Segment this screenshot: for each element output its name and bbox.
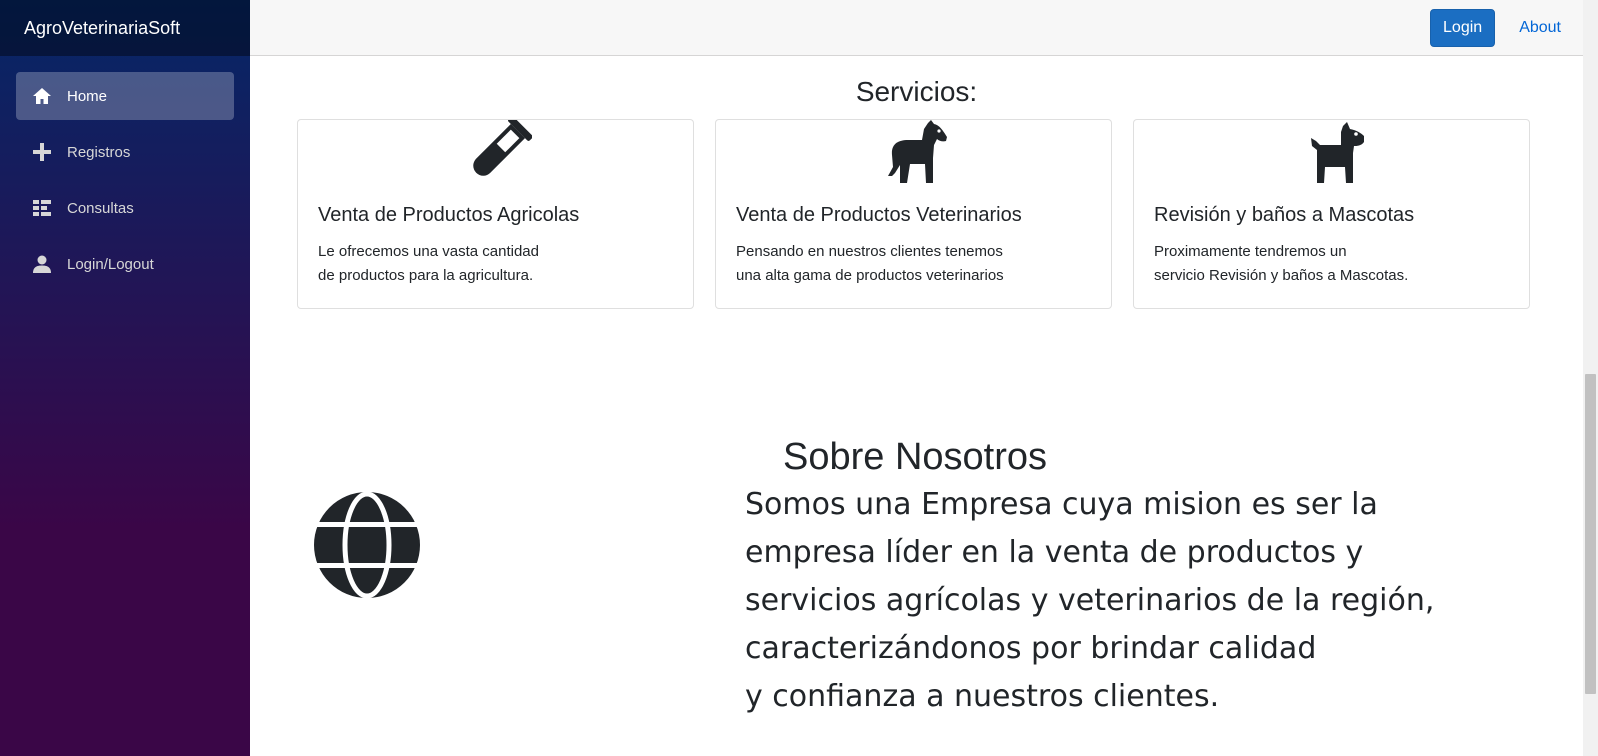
about-text-line: y confianza a nuestros clientes. <box>745 679 1220 714</box>
sidebar-item-label: Consultas <box>67 199 134 217</box>
card-title: Venta de Productos Veterinarios <box>736 204 1022 226</box>
services-title: Servicios: <box>855 76 978 107</box>
card-text: Proximamente tendremos un servicio Revis… <box>1154 240 1514 288</box>
card-text-line: de productos para la agricultura. <box>318 267 534 284</box>
about-text-line: Somos una Empresa cuya mision es ser la <box>745 487 1378 522</box>
about-title: Sobre Nosotros <box>783 436 1048 478</box>
about-text: Somos una Empresa cuya mision es ser la … <box>745 481 1485 721</box>
about-text-line: caracterizándonos por brindar calidad <box>745 631 1317 666</box>
card-text-line: una alta gama de productos veterinarios <box>736 267 1004 284</box>
card-text-line: servicio Revisión y baños a Mascotas. <box>1154 267 1409 284</box>
sidebar-item-label: Registros <box>67 143 131 161</box>
sidebar-item-label: Home <box>67 87 108 105</box>
plus-icon <box>32 142 52 162</box>
nav-menu: Home Registros Consultas Login/Logout <box>0 56 250 312</box>
brand-link[interactable]: AgroVeterinariaSoft <box>24 18 180 39</box>
scrollbar-thumb[interactable] <box>1585 374 1596 694</box>
service-card-agricolas: Venta de Productos Agricolas Le ofrecemo… <box>297 119 694 309</box>
card-title: Venta de Productos Agricolas <box>318 204 580 226</box>
about-link[interactable]: About <box>1519 19 1561 37</box>
dog-icon <box>1134 120 1529 186</box>
about-text-line: servicios agrícolas y veterinarios de la… <box>745 583 1435 618</box>
card-text: Pensando en nuestros clientes tenemos un… <box>736 240 1096 288</box>
sidebar: AgroVeterinariaSoft Home Registros Consu… <box>0 0 250 756</box>
sidebar-item-consultas[interactable]: Consultas <box>16 184 234 232</box>
person-icon <box>32 254 52 274</box>
sidebar-item-home[interactable]: Home <box>16 72 234 120</box>
horse-icon <box>716 120 1111 186</box>
scrollbar[interactable] <box>1583 0 1598 756</box>
sidebar-item-login-logout[interactable]: Login/Logout <box>16 240 234 288</box>
about-text-line: empresa líder en la venta de productos y <box>745 535 1364 570</box>
main-content: Servicios: Venta de Productos Agricolas … <box>250 56 1583 756</box>
card-text-line: Proximamente tendremos un <box>1154 243 1347 260</box>
sidebar-item-label: Login/Logout <box>67 255 154 273</box>
card-text: Le ofrecemos una vasta cantidad de produ… <box>318 240 678 288</box>
sidebar-item-registros[interactable]: Registros <box>16 128 234 176</box>
card-text-line: Pensando en nuestros clientes tenemos <box>736 243 1003 260</box>
globe-icon <box>312 490 422 600</box>
login-button[interactable]: Login <box>1430 8 1496 47</box>
list-icon <box>32 198 52 218</box>
test-tube-icon <box>298 120 693 186</box>
brand-bar: AgroVeterinariaSoft <box>0 0 250 56</box>
service-card-veterinarios: Venta de Productos Veterinarios Pensando… <box>715 119 1112 309</box>
card-text-line: Le ofrecemos una vasta cantidad <box>318 243 539 260</box>
top-bar: Login About <box>250 0 1583 56</box>
card-title: Revisión y baños a Mascotas <box>1154 204 1415 226</box>
service-card-mascotas: Revisión y baños a Mascotas Proximamente… <box>1133 119 1530 309</box>
home-icon <box>32 86 52 106</box>
